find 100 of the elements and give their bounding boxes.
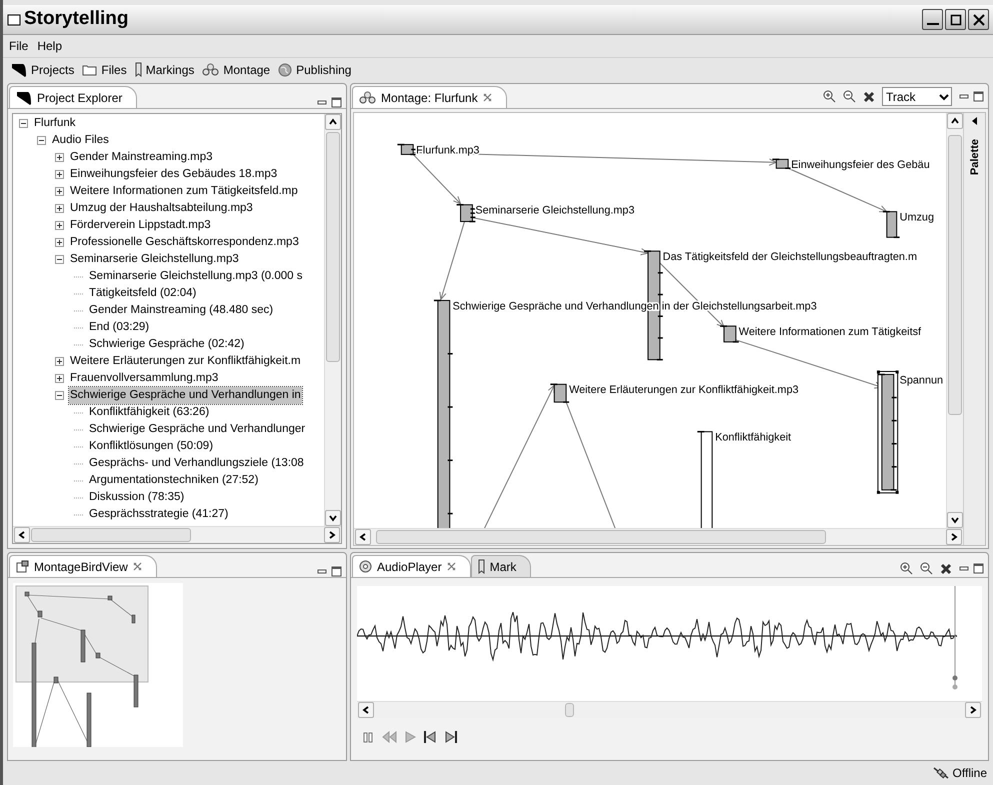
pause-icon[interactable] [363,732,374,742]
scrollbar-thumb[interactable] [565,703,574,717]
view-tab[interactable]: Montage: Flurfunk [352,86,507,108]
scroll-left-button[interactable] [358,702,374,718]
view-tab[interactable]: Mark [470,555,532,577]
minimap-drawing[interactable] [13,583,183,747]
scrollbar-thumb[interactable] [376,530,826,544]
minimize-view-icon[interactable] [959,92,969,102]
tree-item[interactable]: Gesprächs- und Verhandlungsziele (13:08 [88,454,305,472]
track-node[interactable] [397,144,416,156]
close-icon[interactable] [446,562,456,571]
rewind-icon[interactable] [381,731,397,743]
tree-item[interactable]: Schwierige Gespräche (02:42) [88,336,246,354]
horizontal-scrollbar[interactable] [354,528,963,545]
maximize-view-icon[interactable] [331,566,342,577]
scroll-left-button[interactable] [355,529,371,545]
tree-item[interactable]: Weitere Erläuterungen zur Konfliktfähigkeit.m [69,352,302,370]
tree-item[interactable]: Einweihungsfeier des Gebäudes 18.mp3 [69,166,278,184]
expand-icon[interactable] [55,357,64,366]
track-node[interactable] [720,325,739,343]
minimize-view-icon[interactable] [959,564,969,574]
maximize-view-icon[interactable] [973,563,984,574]
expand-icon[interactable] [55,187,64,196]
scroll-right-button[interactable] [324,527,340,543]
maximize-button[interactable] [945,9,966,30]
expand-icon[interactable] [55,204,64,213]
zoom-out-icon[interactable] [843,90,856,103]
scroll-down-button[interactable] [947,512,963,528]
tree-item[interactable]: Diskussion (78:35) [88,488,186,506]
zoom-in-icon[interactable] [900,562,913,575]
zoom-out-icon[interactable] [920,562,933,575]
scrollbar-thumb[interactable] [948,135,962,415]
vertical-scrollbar[interactable] [946,113,963,528]
minimize-view-icon[interactable] [317,566,327,576]
close-icon[interactable] [132,562,142,571]
track-node[interactable] [550,384,570,403]
tree-item[interactable]: Gesprächsstrategie (41:27) [88,506,230,524]
toolbar-button[interactable]: Markings [134,60,194,78]
tree-item[interactable]: Seminarserie Gleichstellung.mp3 (0.000 s [88,268,304,286]
scroll-left-button[interactable] [14,527,30,543]
collapse-icon[interactable] [37,136,46,145]
menu-item[interactable]: Help [37,37,62,55]
delete-icon[interactable] [940,562,952,574]
track-node[interactable] [434,300,453,528]
toolbar-button[interactable]: Montage [202,60,270,78]
scroll-up-button[interactable] [947,113,963,129]
toolbar-button[interactable]: Publishing [278,60,352,78]
expand-icon[interactable] [55,221,64,230]
zoom-in-icon[interactable] [823,90,836,103]
collapse-icon[interactable] [19,119,28,128]
view-tab[interactable]: Project Explorer [9,86,138,108]
play-icon[interactable] [404,731,416,743]
menu-item[interactable]: File [9,37,28,55]
close-button[interactable] [968,9,989,30]
view-tab[interactable]: MontageBirdView [9,555,157,577]
expand-icon[interactable] [55,170,64,179]
expand-icon[interactable] [55,153,64,162]
tree-item[interactable]: Frauenvollversammlung.mp3 [69,370,220,388]
minimize-view-icon[interactable] [317,98,327,108]
scrollbar-thumb[interactable] [31,528,191,542]
tree-item[interactable]: Seminarserie Gleichstellung.mp3 [69,250,240,268]
tree-item[interactable]: Tätigkeitsfeld (02:04) [88,284,198,302]
tree-item[interactable]: Schwierige Gespräche und Verhandlunger [88,420,306,438]
tree-item[interactable]: Förderverein Lippstadt.mp3 [69,216,212,234]
scroll-up-button[interactable] [325,114,341,130]
expand-icon[interactable] [55,238,64,247]
skip-end-icon[interactable] [444,730,458,744]
horizontal-scrollbar[interactable] [357,701,982,718]
tree-item[interactable]: Schwierige Gespräche und Verhandlungen in [69,386,302,404]
horizontal-scrollbar[interactable] [13,526,341,543]
scroll-right-button[interactable] [946,529,962,545]
delete-icon[interactable] [863,90,875,102]
tree-item[interactable]: Umzug der Haushaltsabteilung.mp3 [69,200,254,218]
toolbar-button[interactable]: Files [82,60,127,78]
collapse-arrow-icon[interactable] [972,117,978,125]
tree-item[interactable]: Gender Mainstreaming (48.480 sec) [88,302,274,320]
tree-item[interactable]: Konfliktfähigkeit (63:26) [88,404,210,422]
skip-start-icon[interactable] [423,730,437,744]
collapse-icon[interactable] [55,255,64,264]
maximize-view-icon[interactable] [331,97,342,108]
tree-item[interactable]: Weitere Informationen zum Tätigkeitsfeld.mp [69,182,299,200]
scroll-right-button[interactable] [965,702,981,718]
tree-item[interactable]: End (03:29) [88,318,150,336]
view-mode-dropdown[interactable]: Track [882,87,952,106]
tree-item[interactable]: Flurfunk [33,114,77,132]
track-node[interactable] [772,158,792,169]
scroll-down-button[interactable] [325,510,341,526]
close-icon[interactable] [482,93,492,102]
minimize-button[interactable] [922,9,943,30]
toolbar-button[interactable]: Projects [11,60,74,78]
tree-item[interactable]: Konfliktlösungen (50:09) [88,438,214,456]
tree-item[interactable]: Gender Mainstreaming.mp3 [69,148,214,166]
expand-icon[interactable] [55,374,64,383]
scrollbar-thumb[interactable] [326,132,340,362]
track-node[interactable] [697,430,713,528]
track-node[interactable] [456,204,476,222]
tree-item[interactable]: Argumentationstechniken (27:52) [88,472,260,490]
tree-item[interactable]: Audio Files [51,132,110,150]
tree-item[interactable]: Professionelle Geschäftskorrespondenz.mp3 [69,234,300,252]
track-node[interactable] [876,370,899,494]
